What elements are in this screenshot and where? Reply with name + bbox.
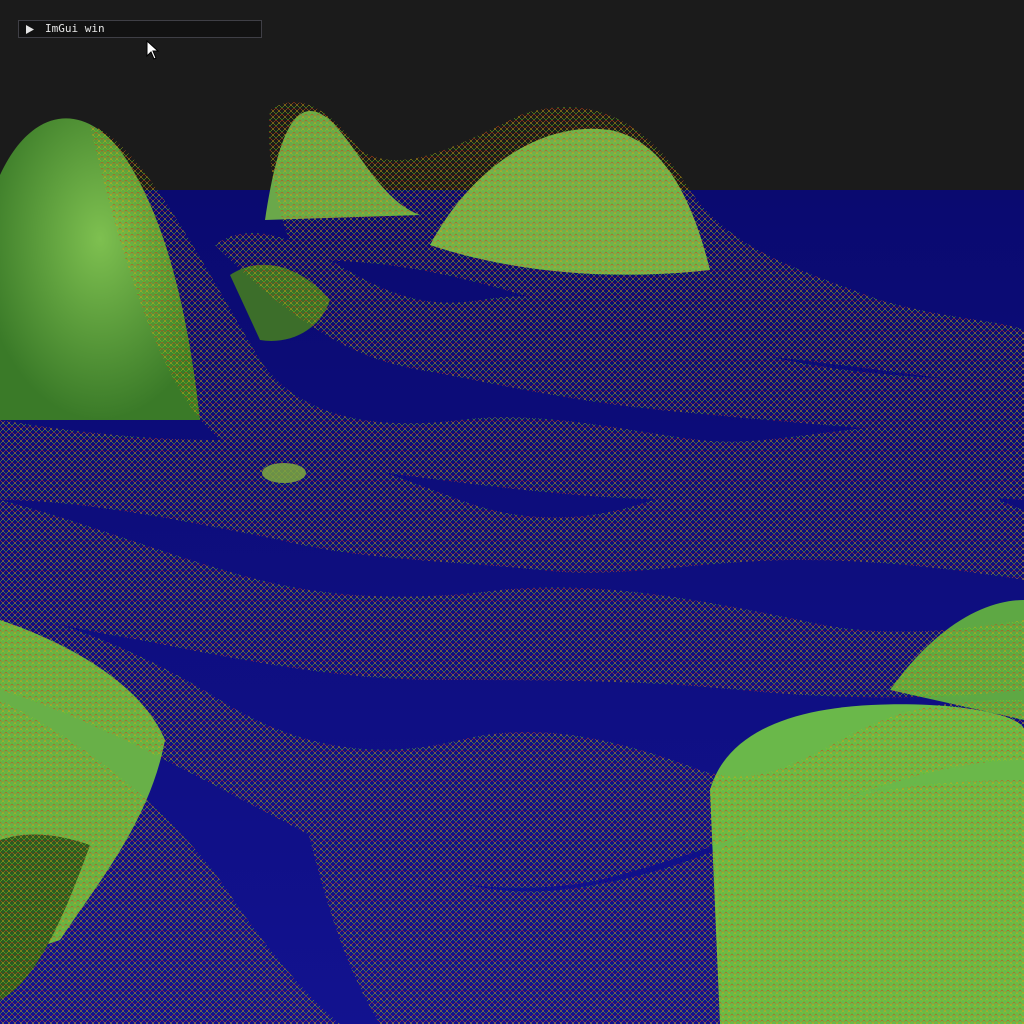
triangle-right-icon[interactable] [25, 24, 35, 34]
terrain-highlight [262, 463, 306, 483]
terrain-scene[interactable] [0, 0, 1024, 1024]
3d-viewport[interactable]: ImGui win [0, 0, 1024, 1024]
imgui-window-collapsed[interactable]: ImGui win [18, 20, 262, 38]
window-title[interactable]: ImGui win [45, 21, 105, 37]
